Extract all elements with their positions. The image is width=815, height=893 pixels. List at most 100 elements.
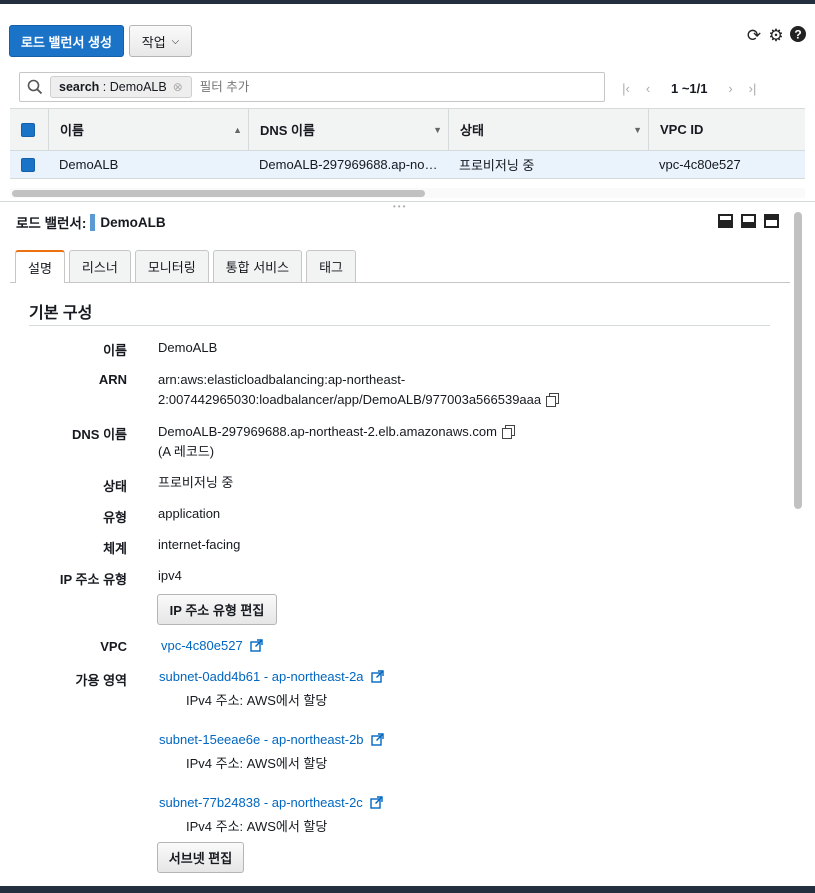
top-icon-group: ⟳ ⚙ ? xyxy=(744,25,808,47)
first-page-icon[interactable]: |‹ xyxy=(615,81,637,96)
external-link-icon[interactable] xyxy=(371,733,384,746)
subnet-link-1[interactable]: subnet-0add4b61 - ap-northeast-2a xyxy=(159,669,364,684)
token-key: search xyxy=(59,80,100,94)
create-load-balancer-button[interactable]: 로드 밸런서 생성 xyxy=(9,25,124,57)
az-label: 가용 영역 xyxy=(75,673,127,688)
prev-page-icon[interactable]: ‹ xyxy=(637,81,659,96)
next-page-icon[interactable]: › xyxy=(720,81,742,96)
last-page-icon[interactable]: ›| xyxy=(742,81,764,96)
column-vpc[interactable]: VPC ID xyxy=(648,109,805,150)
detail-title: 로드 밸런서: DemoALB xyxy=(16,213,166,231)
column-vpc-label: VPC ID xyxy=(660,122,704,137)
subnet-note-3: IPv4 주소: AWS에서 할당 xyxy=(186,819,328,834)
scheme-label: 체계 xyxy=(103,541,127,556)
filter-input[interactable] xyxy=(199,80,500,94)
subnet-row-1: subnet-0add4b61 - ap-northeast-2a xyxy=(159,667,384,687)
bottom-border xyxy=(0,886,815,893)
vpc-label: VPC xyxy=(100,639,127,654)
column-state[interactable]: 상태 ▼ xyxy=(448,109,648,150)
ip-type-label: IP 주소 유형 xyxy=(59,572,127,587)
detail-title-name: DemoALB xyxy=(100,214,166,230)
search-icon xyxy=(20,79,50,95)
row-name: DemoALB xyxy=(59,157,119,172)
section-divider xyxy=(29,325,770,326)
pagination: |‹ ‹ 1 ~1/1 › ›| xyxy=(615,78,764,98)
title-accent xyxy=(90,213,96,231)
help-icon[interactable]: ? xyxy=(788,25,808,47)
layout-toggle-group xyxy=(718,214,779,228)
row-vpc: vpc-4c80e527 xyxy=(659,157,741,172)
search-bar[interactable]: search : DemoALB ⊗ xyxy=(19,72,605,102)
layout-bottom-icon[interactable] xyxy=(718,214,733,228)
table-header: 이름 ▲ DNS 이름 ▼ 상태 ▼ VPC ID xyxy=(10,108,805,151)
arn-line-1: arn:aws:elasticloadbalancing:ap-northeas… xyxy=(158,372,406,387)
search-filter-token[interactable]: search : DemoALB ⊗ xyxy=(50,76,192,98)
sort-icon: ▼ xyxy=(633,124,642,135)
external-link-icon[interactable] xyxy=(370,796,384,809)
dns-note: (A 레코드) xyxy=(158,444,215,459)
type-value: application xyxy=(158,506,221,521)
sort-icon: ▼ xyxy=(433,124,442,135)
column-name[interactable]: 이름 ▲ xyxy=(48,109,248,150)
subnet-link-3[interactable]: subnet-77b24838 - ap-northeast-2c xyxy=(159,795,363,810)
tab-description[interactable]: 설명 xyxy=(15,250,65,283)
panel-splitter[interactable]: ••• xyxy=(0,201,815,211)
arn-line-2: 2:007442965030:loadbalancer/app/DemoALB/… xyxy=(158,392,542,407)
horizontal-scrollbar[interactable] xyxy=(10,188,805,198)
table-row[interactable]: DemoALB DemoALB-297969688.ap-northeast-2… xyxy=(10,151,805,179)
state-label: 상태 xyxy=(103,479,127,494)
copy-icon[interactable] xyxy=(546,393,560,407)
dns-name: DemoALB-297969688.ap-northeast-2.elb.ama… xyxy=(158,424,497,439)
refresh-icon[interactable]: ⟳ xyxy=(744,26,764,46)
chevron-down-icon: ⌵ xyxy=(171,35,180,47)
gear-icon[interactable]: ⚙ xyxy=(766,26,786,46)
select-all-cell xyxy=(10,109,48,150)
tab-integrated-services[interactable]: 통합 서비스 xyxy=(212,250,303,282)
column-dns-label: DNS 이름 xyxy=(260,123,315,138)
actions-dropdown[interactable]: 작업 ⌵ xyxy=(129,25,192,57)
horizontal-scroll-thumb[interactable] xyxy=(12,190,425,197)
page-range: 1 ~1/1 xyxy=(671,80,708,96)
layout-split-icon[interactable] xyxy=(741,214,756,228)
layout-top-icon[interactable] xyxy=(764,214,779,228)
arn-label: ARN xyxy=(98,372,127,387)
external-link-icon[interactable] xyxy=(371,670,384,683)
sort-asc-icon: ▲ xyxy=(233,124,242,135)
detail-tabs: 설명 리스너 모니터링 통합 서비스 태그 xyxy=(15,250,360,283)
tab-tags[interactable]: 태그 xyxy=(306,250,356,282)
drag-handle-icon[interactable]: ••• xyxy=(393,202,407,211)
external-link-icon[interactable] xyxy=(250,639,263,652)
token-value: : DemoALB xyxy=(102,80,167,94)
tab-monitoring[interactable]: 모니터링 xyxy=(134,250,209,282)
type-label: 유형 xyxy=(103,510,127,525)
vpc-link-row: vpc-4c80e527 xyxy=(161,636,263,656)
vertical-scrollbar[interactable] xyxy=(793,210,803,880)
select-all-checkbox[interactable] xyxy=(21,122,35,137)
subnet-note-2: IPv4 주소: AWS에서 할당 xyxy=(186,756,328,771)
copy-icon[interactable] xyxy=(501,425,515,439)
top-border xyxy=(0,0,815,4)
subnet-row-2: subnet-15eeae6e - ap-northeast-2b xyxy=(159,730,384,750)
edit-subnets-button[interactable]: 서브넷 편집 xyxy=(157,842,244,873)
vpc-link[interactable]: vpc-4c80e527 xyxy=(161,638,243,653)
section-title: 기본 구성 xyxy=(29,305,93,322)
subnet-link-2[interactable]: subnet-15eeae6e - ap-northeast-2b xyxy=(159,732,364,747)
row-state: 프로비저닝 중 xyxy=(459,158,535,173)
scheme-value: internet-facing xyxy=(158,537,241,552)
vertical-scroll-thumb[interactable] xyxy=(794,212,802,509)
row-dns-cell: DemoALB-297969688.ap-northeast-2.elb.ama… xyxy=(248,151,448,178)
row-checkbox[interactable] xyxy=(21,157,35,172)
subnet-row-3: subnet-77b24838 - ap-northeast-2c xyxy=(159,793,384,813)
dns-value: DemoALB-297969688.ap-northeast-2.elb.ama… xyxy=(158,422,515,462)
remove-token-icon[interactable]: ⊗ xyxy=(173,80,183,94)
tab-listeners[interactable]: 리스너 xyxy=(68,250,131,282)
column-dns[interactable]: DNS 이름 ▼ xyxy=(248,109,448,150)
row-select-cell xyxy=(10,151,48,178)
edit-ip-type-button[interactable]: IP 주소 유형 편집 xyxy=(157,594,277,625)
ip-type-value: ipv4 xyxy=(158,568,182,583)
name-label: 이름 xyxy=(103,343,127,358)
dns-label: DNS 이름 xyxy=(72,427,127,442)
subnet-note-1: IPv4 주소: AWS에서 할당 xyxy=(186,693,328,708)
column-state-label: 상태 xyxy=(460,123,484,138)
arn-line-2-row: 2:007442965030:loadbalancer/app/DemoALB/… xyxy=(158,390,560,410)
